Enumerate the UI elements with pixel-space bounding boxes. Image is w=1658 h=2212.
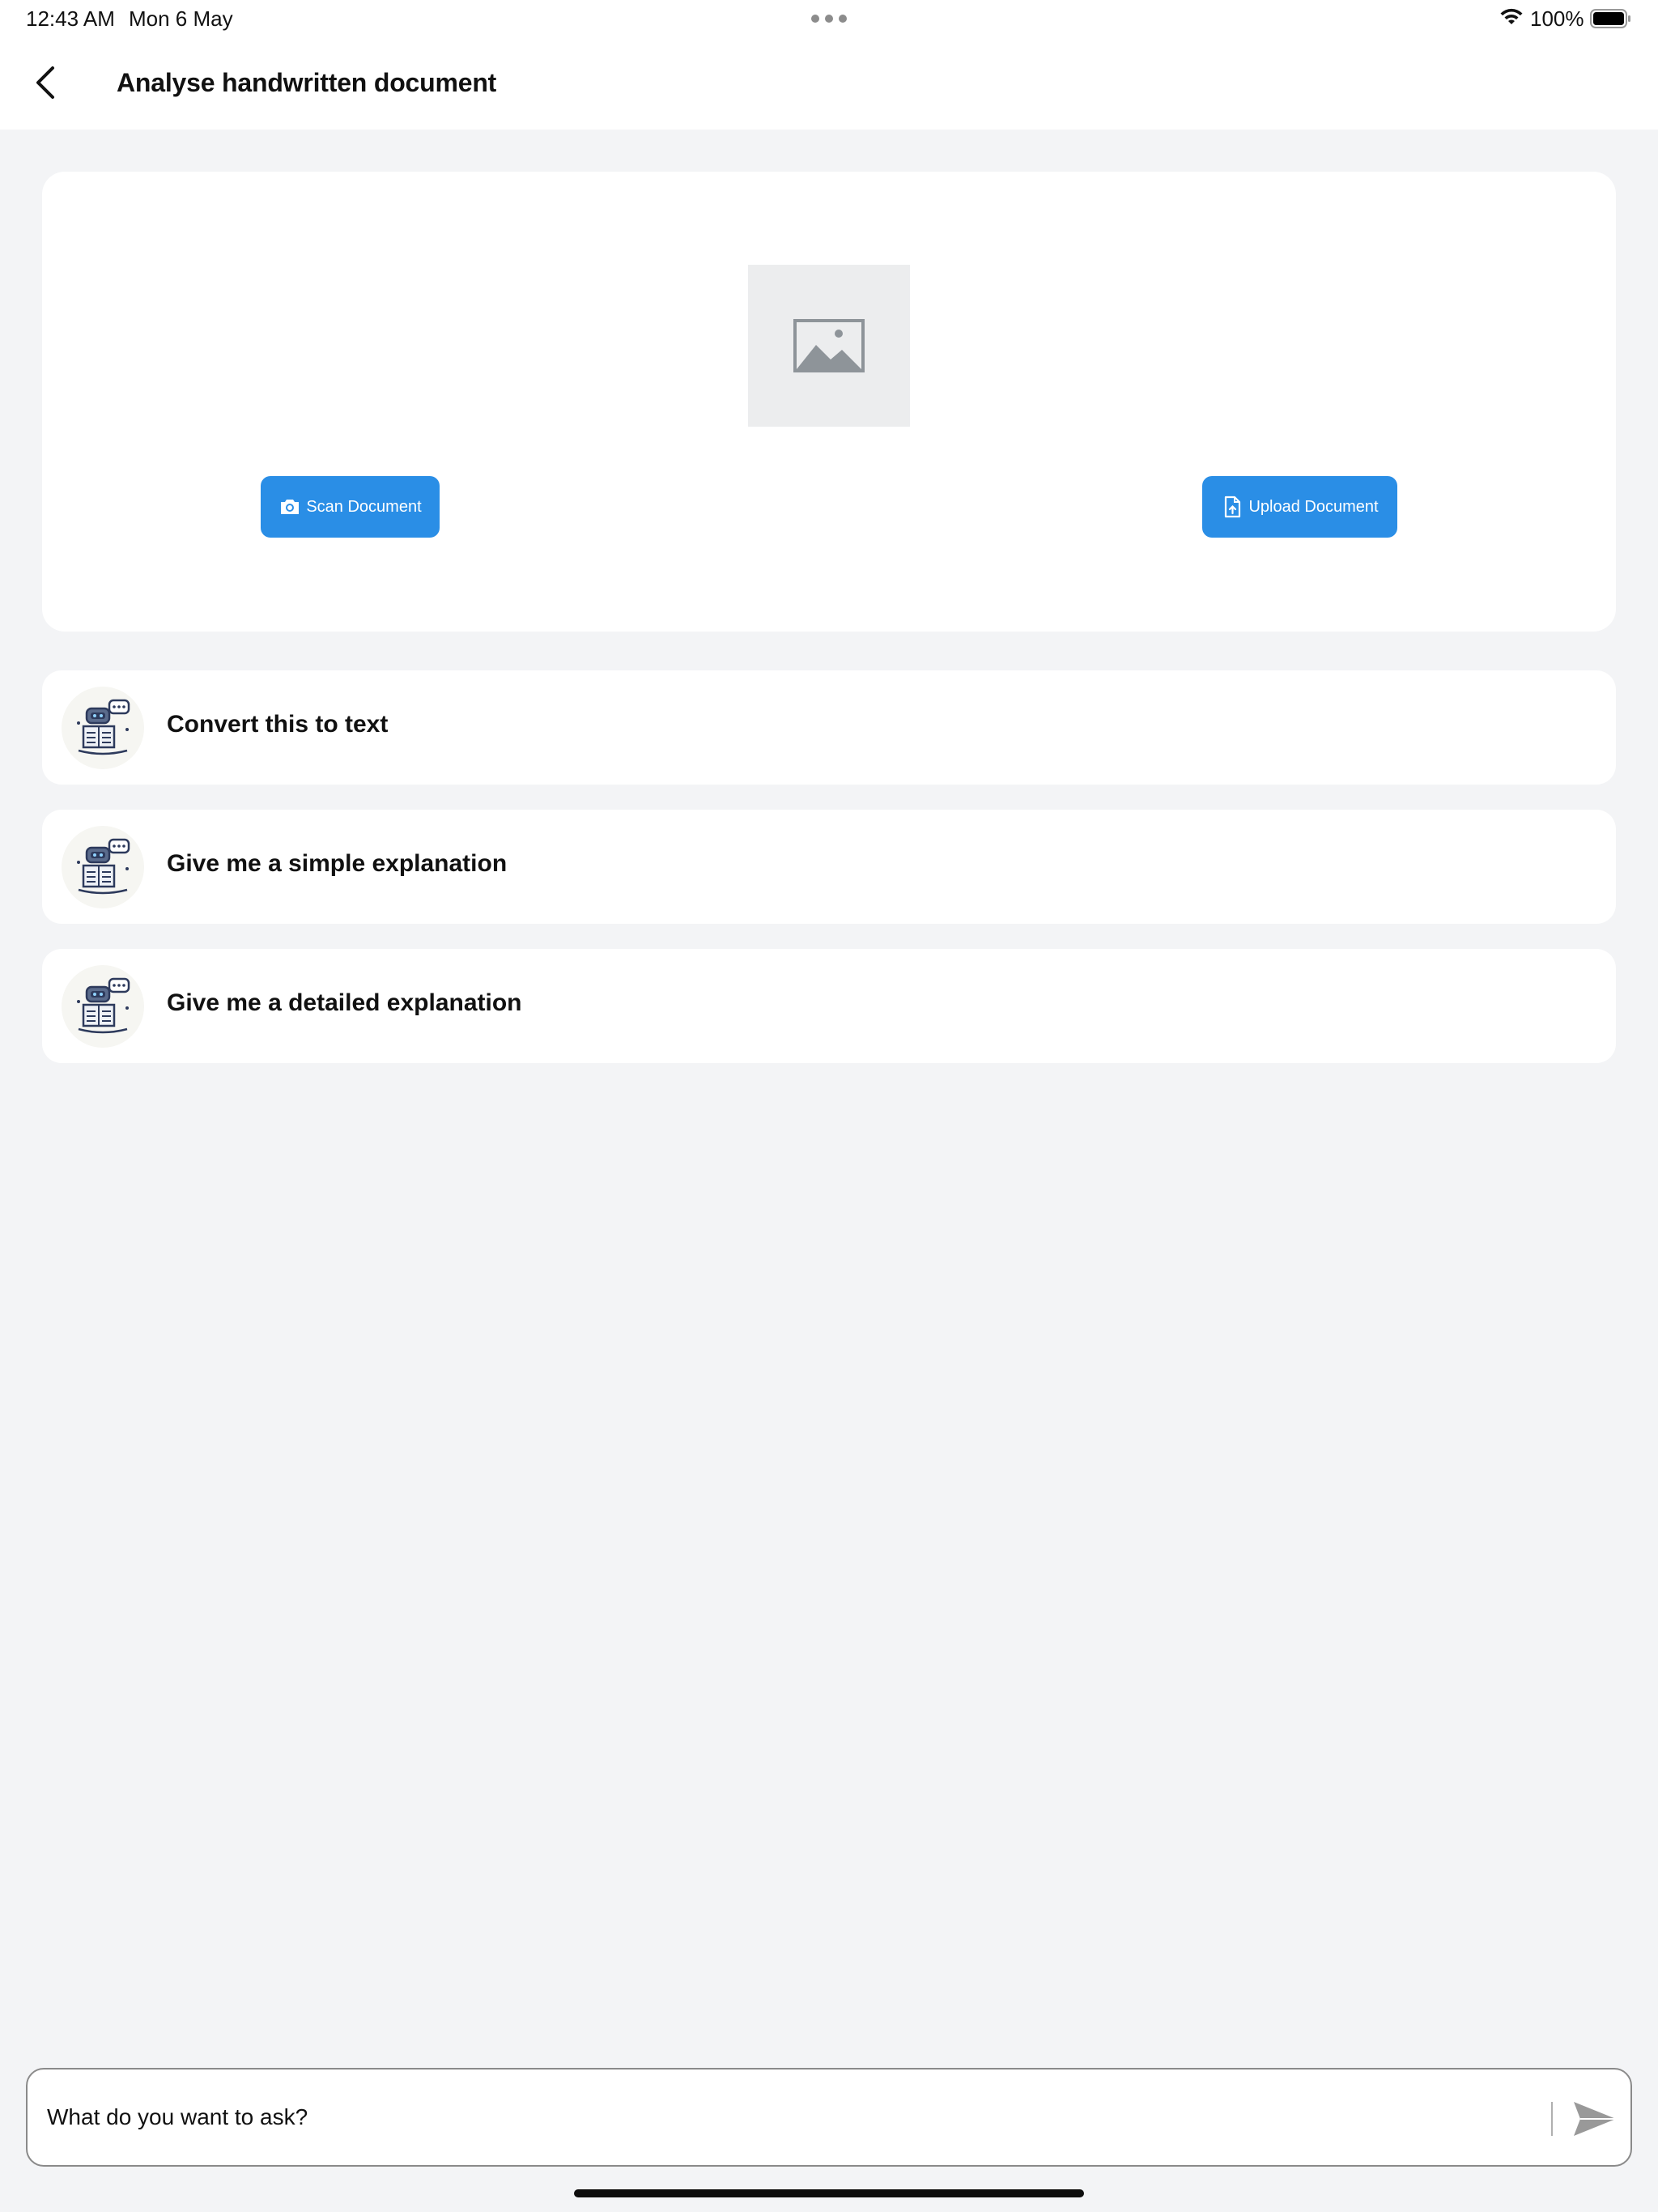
- multitasking-dots-icon[interactable]: [811, 15, 847, 23]
- battery-percentage: 100%: [1530, 6, 1584, 31]
- status-time: 12:43 AM: [26, 6, 115, 31]
- wifi-icon: [1500, 8, 1523, 24]
- scan-document-button[interactable]: Scan Document: [261, 476, 440, 538]
- upload-document-label: Upload Document: [1248, 497, 1379, 516]
- suggestion-label: Give me a simple explanation: [167, 850, 508, 877]
- suggestion-label: Give me a detailed explanation: [167, 989, 522, 1016]
- suggestion-detailed-explanation[interactable]: Give me a detailed explanation: [42, 949, 1616, 1063]
- suggestion-simple-explanation[interactable]: Give me a simple explanation: [42, 810, 1616, 924]
- robot-reading-icon: [62, 687, 144, 769]
- battery-icon: [1590, 9, 1630, 28]
- send-icon[interactable]: [1571, 2099, 1619, 2139]
- header: Analyse handwritten document: [0, 39, 1658, 130]
- status-date: Mon 6 May: [129, 6, 233, 31]
- document-preview: [748, 265, 910, 427]
- image-placeholder-icon: [793, 319, 865, 372]
- robot-reading-icon: [62, 965, 144, 1048]
- home-indicator[interactable]: [574, 2189, 1084, 2197]
- suggestion-label: Convert this to text: [167, 711, 389, 738]
- page-title: Analyse handwritten document: [117, 68, 497, 97]
- suggestion-convert-to-text[interactable]: Convert this to text: [42, 670, 1616, 785]
- back-button[interactable]: [24, 62, 66, 104]
- ask-bar: [26, 2068, 1632, 2167]
- file-upload-icon: [1225, 496, 1241, 518]
- status-bar: 12:43 AM Mon 6 May 100%: [0, 0, 1658, 39]
- chevron-left-icon: [36, 66, 54, 99]
- document-upload-card: Scan Document Upload Document: [42, 172, 1616, 632]
- ask-input[interactable]: [45, 2094, 1535, 2141]
- camera-icon: [281, 500, 300, 514]
- ask-divider: [1551, 2102, 1553, 2136]
- robot-reading-icon: [62, 826, 144, 908]
- scan-document-label: Scan Document: [306, 497, 422, 516]
- upload-document-button[interactable]: Upload Document: [1202, 476, 1397, 538]
